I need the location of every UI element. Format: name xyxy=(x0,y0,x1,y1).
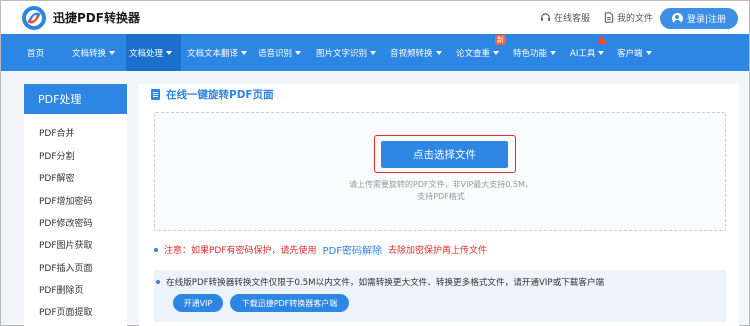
upload-hint: 请上传需要旋转的PDF文件，非VIP最大支持0.5M， 支持PDF格式 xyxy=(155,179,727,203)
nav-item-features[interactable]: 特色功能 xyxy=(513,34,565,71)
nav-item-label: AI工具 xyxy=(570,48,596,59)
nav-item-label: 论文查重 xyxy=(456,48,491,59)
top-header: 迅捷PDF转换器 在线客服 我的文件 登录|注册 xyxy=(1,1,749,34)
sidebar-item-pdf-add-password[interactable]: PDF增加密码 xyxy=(39,194,93,207)
sidebar-item-pdf-insert-page[interactable]: PDF插入页面 xyxy=(39,261,93,274)
nav-item-home[interactable]: 首页 xyxy=(27,34,59,71)
notice-prefix: 注意：如果PDF有密码保护，请先使用 xyxy=(164,246,317,256)
sidebar-item-pdf-decrypt[interactable]: PDF解密 xyxy=(39,171,75,184)
upgrade-info-box: 在线版PDF转换器转换文件仅限于0.5M以内文件，如需转换更大文件、转换更多格式… xyxy=(154,270,726,322)
upgrade-info: 在线版PDF转换器转换文件仅限于0.5M以内文件，如需转换更大文件、转换更多格式… xyxy=(154,276,604,288)
pdf-password-remove-link[interactable]: PDF密码解除 xyxy=(323,242,382,257)
nav-item-speech[interactable]: 语音识别 xyxy=(258,34,313,71)
headset-icon xyxy=(540,13,551,21)
brand-logo-icon[interactable] xyxy=(21,5,47,31)
nav-item-media[interactable]: 音视频转换 xyxy=(390,34,452,71)
bullet-icon xyxy=(154,247,158,252)
login-register-button[interactable]: 登录|注册 xyxy=(660,8,738,29)
select-file-button[interactable]: 点击选择文件 xyxy=(381,141,508,168)
main-panel: 在线一键旋转PDF页面 点击选择文件 请上传需要旋转的PDF文件，非VIP最大支… xyxy=(139,84,739,326)
chevron-down-icon xyxy=(241,50,248,55)
sidebar-item-pdf-extract-page[interactable]: PDF页面提取 xyxy=(39,305,93,318)
nav-item-ocr[interactable]: 图片文字识别 xyxy=(316,34,386,71)
password-notice: 注意：如果PDF有密码保护，请先使用 PDF密码解除 去除加密保护再上传文件 xyxy=(154,242,487,257)
download-client-button[interactable]: 下载迅捷PDF转换器客户端 xyxy=(230,294,349,312)
my-files-link[interactable]: 我的文件 xyxy=(604,11,653,24)
main-nav: 首页 文档转换 文档处理 文档文本翻译 语音识别 图片文字识别 音视频转换 论文… xyxy=(1,34,749,71)
open-vip-button[interactable]: 开通VIP xyxy=(173,294,223,312)
sidebar-item-pdf-split[interactable]: PDF分割 xyxy=(39,149,75,162)
upload-hint-line: 支持PDF格式 xyxy=(417,192,465,201)
sidebar: PDF处理 PDF合并 PDF分割 PDF解密 PDF增加密码 PDF修改密码 … xyxy=(24,84,127,326)
notice-suffix: 去除加密保护再上传文件 xyxy=(388,246,488,256)
nav-item-label: 文档处理 xyxy=(129,48,164,59)
upload-hint-line: 请上传需要旋转的PDF文件，非VIP最大支持0.5M， xyxy=(349,180,533,189)
nav-item-doc-convert[interactable]: 文档转换 xyxy=(65,34,121,71)
nav-item-doc-process[interactable]: 文档处理 xyxy=(126,34,181,71)
online-service-link[interactable]: 在线客服 xyxy=(540,11,590,24)
nav-item-label: 文档转换 xyxy=(72,48,107,59)
nav-item-client[interactable]: 客户端 xyxy=(617,34,662,71)
sidebar-item-pdf-change-password[interactable]: PDF修改密码 xyxy=(39,216,93,229)
chevron-down-icon xyxy=(493,50,500,55)
chevron-down-icon xyxy=(370,50,377,55)
chevron-down-icon xyxy=(166,50,173,55)
upgrade-info-text: 在线版PDF转换器转换文件仅限于0.5M以内文件，如需转换更大文件、转换更多格式… xyxy=(166,278,605,288)
nav-item-label: 客户端 xyxy=(617,48,643,59)
user-icon xyxy=(671,13,683,24)
chevron-down-icon xyxy=(550,50,557,55)
chevron-down-icon xyxy=(109,50,116,55)
nav-item-label: 首页 xyxy=(27,48,45,59)
nav-item-label: 语音识别 xyxy=(258,48,293,59)
chevron-down-icon xyxy=(598,50,605,55)
brand-name[interactable]: 迅捷PDF转换器 xyxy=(53,9,140,26)
new-badge: 新 xyxy=(495,35,506,45)
bullet-icon xyxy=(156,280,160,284)
nav-item-translate[interactable]: 文档文本翻译 xyxy=(187,34,259,71)
chevron-down-icon xyxy=(435,50,442,55)
page-title-text: 在线一键旋转PDF页面 xyxy=(166,89,274,101)
nav-item-label: 文档文本翻译 xyxy=(187,48,239,59)
chevron-down-icon xyxy=(295,50,302,55)
sidebar-item-pdf-extract-images[interactable]: PDF图片获取 xyxy=(39,238,93,251)
page-title: 在线一键旋转PDF页面 xyxy=(151,87,274,102)
nav-item-label: 特色功能 xyxy=(513,48,548,59)
nav-item-label: 图片文字识别 xyxy=(316,48,368,59)
sidebar-item-pdf-merge[interactable]: PDF合并 xyxy=(39,126,75,139)
file-icon xyxy=(604,12,614,23)
document-icon xyxy=(151,89,160,100)
my-files-label: 我的文件 xyxy=(617,14,654,24)
login-register-label: 登录|注册 xyxy=(686,15,727,25)
sidebar-item-pdf-delete-page[interactable]: PDF删除页 xyxy=(39,283,84,296)
upload-dropzone[interactable]: 点击选择文件 请上传需要旋转的PDF文件，非VIP最大支持0.5M， 支持PDF… xyxy=(154,112,726,231)
sidebar-title: PDF处理 xyxy=(24,84,127,114)
warning-triangle-icon xyxy=(597,35,607,44)
chevron-down-icon xyxy=(645,50,652,55)
online-service-label: 在线客服 xyxy=(554,14,591,24)
nav-item-label: 音视频转换 xyxy=(390,48,433,59)
